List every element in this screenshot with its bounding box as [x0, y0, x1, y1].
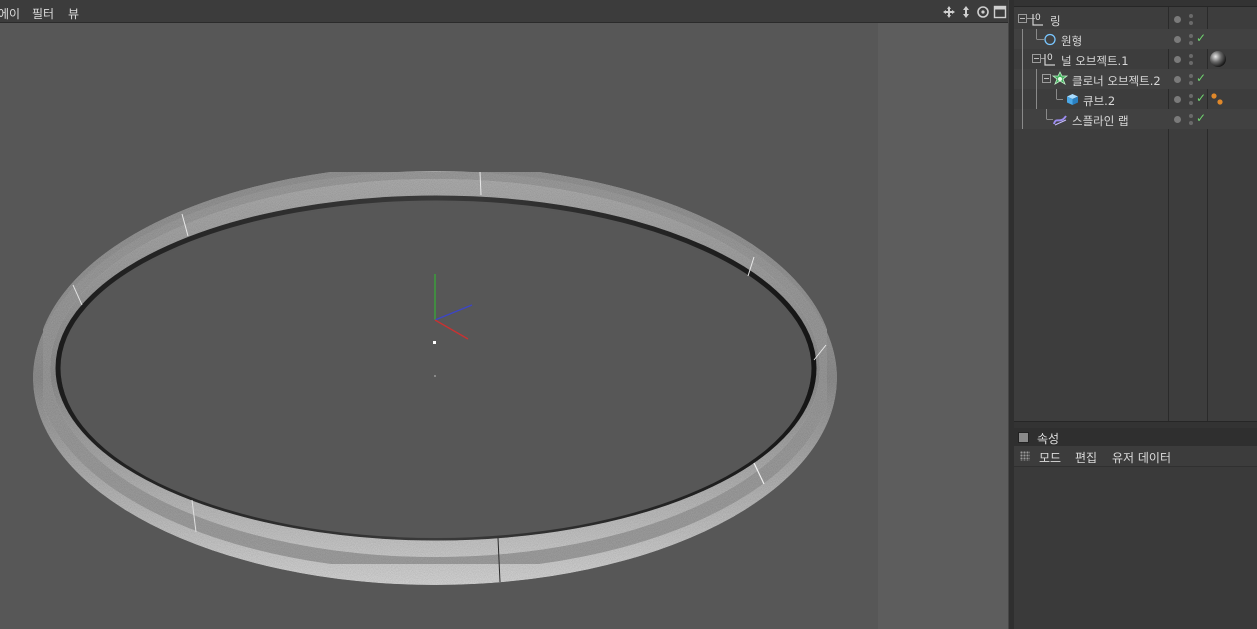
object-manager: 0 링 원형 ✓ 0 널 오브젝트.1 클로너 오브젝트.2 ✓ 큐브.2 ✓ … — [1014, 0, 1257, 429]
cloner-icon — [1052, 71, 1068, 85]
editor-visibility-dot[interactable] — [1189, 114, 1193, 118]
svg-text:0: 0 — [1047, 53, 1053, 63]
object-label: 원형 — [1061, 34, 1083, 48]
attr-menu-edit[interactable]: 편집 — [1075, 449, 1097, 466]
enabled-check-icon[interactable]: ✓ — [1196, 91, 1206, 105]
object-row-cube[interactable]: 큐브.2 ✓ — [1014, 89, 1257, 109]
viewport-menu-cameras[interactable]: 에이 — [0, 5, 20, 22]
editor-visibility-dot[interactable] — [1189, 94, 1193, 98]
enabled-check-icon[interactable]: ✓ — [1196, 71, 1206, 85]
viewport[interactable]: 에이 필터 뷰 — [0, 0, 1008, 629]
editor-visibility-dot[interactable] — [1189, 14, 1193, 18]
3d-scene[interactable] — [0, 23, 1008, 629]
editor-visibility-dot[interactable] — [1189, 74, 1193, 78]
attr-menu-mode[interactable]: 모드 — [1039, 449, 1061, 466]
panel-menu-icon[interactable] — [1018, 432, 1029, 443]
maximize-view-icon[interactable] — [993, 5, 1007, 19]
attr-menu-user-data[interactable]: 유저 데이터 — [1112, 449, 1171, 466]
object-row-ring[interactable]: 0 링 — [1014, 9, 1257, 29]
visibility-dot[interactable] — [1174, 56, 1181, 63]
rotate-view-icon[interactable] — [976, 5, 990, 19]
visibility-dot[interactable] — [1174, 116, 1181, 123]
render-visibility-dot[interactable] — [1189, 121, 1193, 125]
null-object-icon: 0 — [1044, 53, 1055, 66]
object-label: 큐브.2 — [1083, 94, 1116, 108]
phong-tag-icon[interactable] — [1210, 92, 1224, 106]
null-object-icon: 0 — [1032, 13, 1043, 26]
material-tag-icon[interactable] — [1209, 50, 1227, 68]
viewport-menu-view[interactable]: 뷰 — [68, 5, 79, 22]
object-row-cloner[interactable]: 클로너 오브젝트.2 ✓ — [1014, 69, 1257, 89]
visibility-dot[interactable] — [1174, 16, 1181, 23]
object-label: 널 오브젝트.1 — [1061, 54, 1129, 68]
tree-line — [1022, 109, 1053, 129]
tree-line — [1022, 69, 1051, 89]
move-view-icon[interactable] — [942, 5, 956, 19]
enabled-check-icon[interactable]: ✓ — [1196, 31, 1206, 45]
object-manager-header — [1014, 0, 1257, 7]
attribute-manager-menubar: 모드 편집 유저 데이터 — [1014, 446, 1257, 467]
viewport-menubar: 에이 필터 뷰 — [0, 0, 1008, 23]
enabled-check-icon[interactable]: ✓ — [1196, 111, 1206, 125]
attribute-manager-title: 속성 — [1037, 432, 1060, 446]
attribute-manager-header: 속성 — [1014, 428, 1257, 447]
circle-spline-icon — [1044, 33, 1056, 46]
visibility-dot[interactable] — [1174, 36, 1181, 43]
object-label: 링 — [1050, 14, 1061, 28]
attribute-manager: 속성 모드 편집 유저 데이터 — [1014, 428, 1257, 629]
grip-icon[interactable] — [1020, 451, 1030, 461]
object-row-null-object[interactable]: 0 널 오브젝트.1 — [1014, 49, 1257, 69]
viewport-menu-filter[interactable]: 필터 — [32, 5, 54, 22]
svg-text:0: 0 — [1035, 13, 1041, 23]
object-row-circle[interactable]: 원형 ✓ — [1014, 29, 1257, 49]
cube-icon — [1067, 94, 1078, 105]
editor-visibility-dot[interactable] — [1189, 54, 1193, 58]
spline-wrap-icon — [1053, 115, 1067, 126]
visibility-dot[interactable] — [1174, 76, 1181, 83]
visibility-dot[interactable] — [1174, 96, 1181, 103]
render-visibility-dot[interactable] — [1189, 21, 1193, 25]
render-visibility-dot[interactable] — [1189, 41, 1193, 45]
origin-marker — [433, 341, 436, 344]
object-label: 스플라인 랩 — [1072, 114, 1129, 128]
render-visibility-dot[interactable] — [1189, 101, 1193, 105]
render-visibility-dot[interactable] — [1189, 61, 1193, 65]
object-row-spline-wrap[interactable]: 스플라인 랩 ✓ — [1014, 109, 1257, 129]
object-label: 클로너 오브젝트.2 — [1072, 74, 1161, 88]
render-visibility-dot[interactable] — [1189, 81, 1193, 85]
dolly-view-icon[interactable] — [959, 5, 973, 19]
ring-mesh[interactable] — [33, 165, 837, 585]
editor-visibility-dot[interactable] — [1189, 34, 1193, 38]
pivot-marker — [434, 375, 436, 377]
